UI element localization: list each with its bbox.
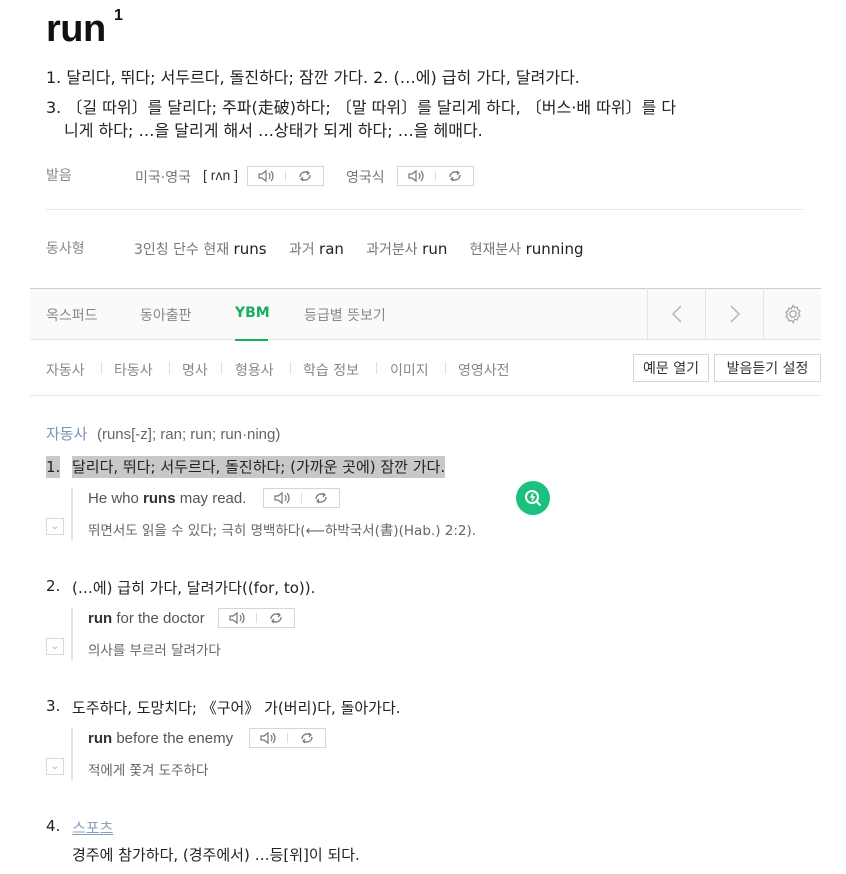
repeat-button[interactable]	[286, 167, 323, 185]
pronunciation-label: 발음	[46, 168, 72, 184]
gear-icon	[784, 304, 801, 324]
subnav-learning-info[interactable]: 학습 정보	[303, 360, 359, 380]
repeat-icon	[300, 732, 313, 744]
speaker-button[interactable]	[248, 167, 285, 185]
uk-label: 영국식	[346, 170, 385, 186]
expand-toggle[interactable]: ⌄	[46, 758, 64, 775]
repeat-icon	[314, 492, 327, 504]
example-sentence: run for the doctor	[88, 610, 205, 627]
headword: run	[46, 8, 106, 50]
active-tab-indicator	[235, 339, 268, 341]
repeat-icon	[269, 612, 282, 624]
speaker-icon	[228, 611, 245, 625]
quick-search-icon	[525, 490, 542, 507]
repeat-button[interactable]	[436, 167, 473, 185]
chevron-down-icon: ⌄	[50, 761, 60, 772]
present-participle-label: 현재분사	[469, 242, 522, 258]
third-person-label: 3인칭 단수 현재	[134, 242, 230, 258]
expand-toggle[interactable]: ⌄	[46, 638, 64, 655]
divider	[46, 209, 803, 210]
inflection-forms: (runs[-z]; ran; run; run·ning)	[96, 426, 281, 443]
audio-settings-button[interactable]: 발음듣기 설정	[714, 354, 821, 382]
chevron-down-icon: ⌄	[50, 641, 60, 652]
example-audio-controls	[263, 488, 340, 508]
definition-number: 4.	[46, 817, 61, 835]
repeat-button[interactable]	[257, 609, 294, 627]
example-sentence: He who runs may read.	[88, 490, 247, 507]
speaker-button[interactable]	[398, 167, 435, 185]
speaker-button[interactable]	[250, 729, 287, 747]
example-sentence: run before the enemy	[88, 730, 234, 747]
subnav-images[interactable]: 이미지	[390, 360, 429, 380]
definition-text: (…에) 급히 가다, 달려가다((for, to)).	[72, 579, 316, 597]
definition-text: 경주에 참가하다, (경주에서) …등[위]이 되다.	[72, 846, 360, 864]
definition-number: 1.	[46, 456, 61, 478]
definition-number: 2.	[46, 577, 61, 595]
field-label-sports[interactable]: 스포츠	[72, 817, 113, 838]
past-participle-label: 과거분사	[366, 242, 418, 258]
tab-ybm[interactable]: YBM	[235, 305, 270, 321]
summary-line-3: 니게 하다; …을 달리게 해서 …상태가 되게 하다; …을 헤매다.	[64, 121, 483, 140]
us-uk-label: 미국·영국	[135, 170, 191, 186]
past-participle-form[interactable]: run	[422, 240, 447, 258]
repeat-icon	[448, 170, 461, 182]
part-of-speech: 자동사	[46, 425, 88, 443]
example-translation: 뛰면서도 읽을 수 있다; 극히 명백하다(⟵하박국서(書)(Hab.) 2:2…	[88, 523, 477, 539]
tab-oxford[interactable]: 옥스퍼드	[46, 305, 98, 325]
expand-toggle[interactable]: ⌄	[46, 518, 64, 535]
tab-donga[interactable]: 동아출판	[140, 305, 192, 325]
speaker-button[interactable]	[264, 489, 301, 507]
subnav-intransitive[interactable]: 자동사	[46, 360, 85, 380]
verb-forms: 3인칭 단수 현재 runs 과거 ran 과거분사 run 현재분사 runn…	[134, 239, 583, 259]
settings-button[interactable]	[763, 288, 821, 340]
summary-line-1: 1. 달리다, 뛰다; 서두르다, 돌진하다; 잠깐 가다. 2. (…에) 급…	[46, 68, 580, 87]
repeat-button[interactable]	[288, 729, 325, 747]
subnav-english-english[interactable]: 영영사전	[458, 360, 510, 380]
definition-number: 3.	[46, 697, 61, 715]
definition-text: 달리다, 뛰다; 서두르다, 돌진하다; (가까운 곳에) 잠깐 가다.	[72, 456, 446, 478]
divider	[30, 395, 821, 396]
speaker-icon	[407, 169, 424, 183]
subnav-transitive[interactable]: 타동사	[114, 360, 153, 380]
verb-forms-label: 동사형	[46, 241, 85, 257]
chevron-down-icon: ⌄	[50, 521, 60, 532]
speaker-icon	[259, 731, 276, 745]
ipa: [ rʌn ]	[203, 167, 239, 183]
summary-line-2: 3. 〔길 따위〕를 달리다; 주파(走破)하다; 〔말 따위〕를 달리게 하다…	[46, 98, 677, 117]
speaker-button[interactable]	[219, 609, 256, 627]
subnav-noun[interactable]: 명사	[182, 360, 208, 380]
floating-search-button[interactable]	[516, 481, 550, 515]
repeat-button[interactable]	[302, 489, 339, 507]
chevron-left-icon	[671, 305, 682, 323]
uk-audio-controls	[397, 166, 474, 186]
next-button[interactable]	[705, 288, 763, 340]
us-audio-controls	[247, 166, 324, 186]
third-person-form[interactable]: runs	[234, 240, 267, 258]
present-participle-form[interactable]: running	[526, 240, 584, 258]
open-examples-button[interactable]: 예문 열기	[633, 354, 709, 382]
chevron-right-icon	[729, 305, 740, 323]
example-audio-controls	[249, 728, 326, 748]
repeat-icon	[298, 170, 311, 182]
speaker-icon	[257, 169, 274, 183]
past-form[interactable]: ran	[319, 240, 344, 258]
tab-level-meanings[interactable]: 등급별 뜻보기	[304, 305, 386, 325]
example-audio-controls	[218, 608, 295, 628]
example-translation: 의사를 부르러 달려가다	[88, 643, 221, 659]
subnav-adjective[interactable]: 형용사	[235, 360, 274, 380]
speaker-icon	[273, 491, 290, 505]
example-translation: 적에게 쫓겨 도주하다	[88, 763, 209, 779]
definition-text: 도주하다, 도망치다; 《구어》 가(버리)다, 돌아가다.	[72, 699, 401, 717]
prev-button[interactable]	[647, 288, 705, 340]
past-label: 과거	[288, 242, 315, 258]
part-of-speech-header: 자동사 (runs[-z]; ran; run; run·ning)	[46, 423, 280, 444]
homograph-number: 1	[114, 7, 123, 24]
